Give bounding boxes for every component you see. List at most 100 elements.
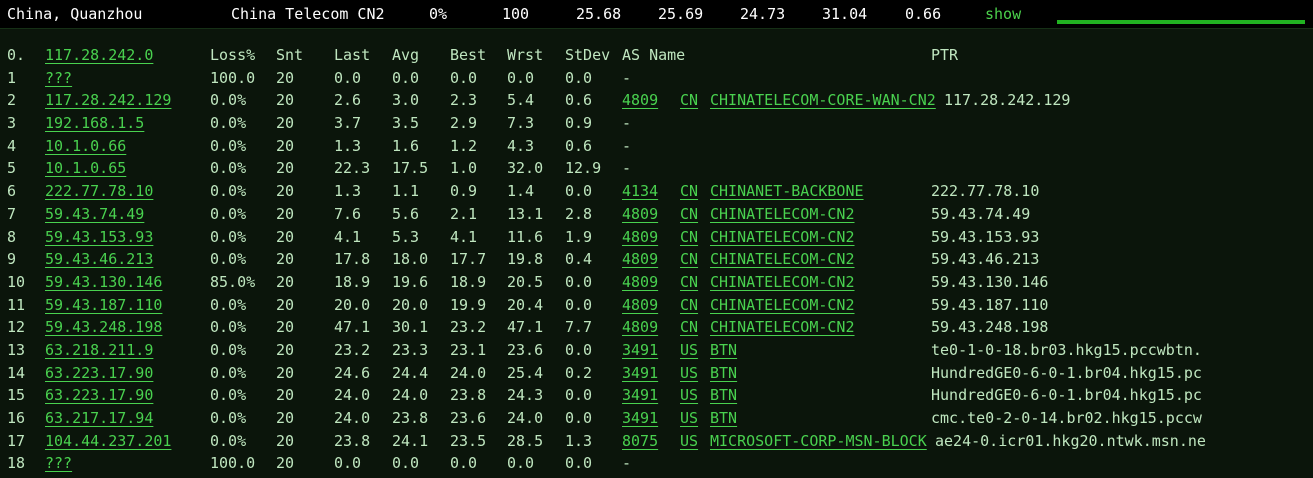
hop-as-name-link[interactable]: BTN bbox=[710, 341, 737, 359]
summary-sent: 100 bbox=[502, 5, 530, 23]
hop-avg: 17.5 bbox=[392, 159, 429, 178]
hop-asn-link[interactable]: 3491 bbox=[622, 386, 658, 404]
hop-country-code[interactable]: CN bbox=[680, 273, 698, 291]
hop-country-code[interactable]: US bbox=[680, 409, 698, 427]
hop-host-link[interactable]: 63.217.17.94 bbox=[45, 409, 153, 427]
hop-wrst: 24.0 bbox=[507, 409, 544, 427]
hop-country-code[interactable]: US bbox=[680, 386, 698, 404]
hop-host-link[interactable]: 59.43.74.49 bbox=[45, 205, 144, 223]
hop-country-code[interactable]: US bbox=[680, 341, 698, 359]
table-row: 2 117.28.242.129 0.0% 20 2.6 3.0 2.3 5.4 0.6 4809… bbox=[0, 91, 1313, 114]
hop-ptr: 59.43.74.49 bbox=[931, 204, 1031, 223]
hop-as-name-link[interactable]: CHINATELECOM-CN2 bbox=[710, 205, 855, 223]
hop-asn-link[interactable]: 4809 bbox=[622, 250, 658, 268]
hop-as-name-link[interactable]: BTN bbox=[710, 364, 737, 382]
hop-country-code[interactable]: CN bbox=[680, 318, 698, 336]
hop-host-link[interactable]: 10.1.0.66 bbox=[45, 137, 126, 155]
hop-asn-link[interactable]: 8075 bbox=[622, 432, 658, 450]
hop-asn-link[interactable]: 4809 bbox=[622, 296, 658, 314]
table-row: 18??? 100.0 20 0.0 0.0 0.0 0.0 0.0 - bbox=[0, 454, 1313, 477]
hop-loss: 0.0% bbox=[210, 295, 247, 314]
hop-best: 19.9 bbox=[450, 295, 487, 314]
hop-wrst: 5.4 bbox=[507, 91, 535, 110]
summary-location: China, Quanzhou bbox=[7, 5, 143, 23]
hop-host-link[interactable]: 222.77.78.10 bbox=[45, 182, 153, 200]
hop-best: 2.9 bbox=[450, 114, 478, 133]
show-link[interactable]: show bbox=[985, 5, 1021, 23]
hop-asn-link[interactable]: 4809 bbox=[622, 91, 658, 109]
hop-host-link[interactable]: 63.218.211.9 bbox=[45, 341, 153, 359]
hop-last: 20.0 bbox=[334, 295, 371, 314]
hop-as-name-link[interactable]: CHINATELECOM-CN2 bbox=[710, 296, 855, 314]
hop-host-link[interactable]: 104.44.237.201 bbox=[45, 432, 171, 450]
hop-wrst: 7.3 bbox=[507, 114, 535, 133]
hop-last: 3.7 bbox=[334, 114, 362, 133]
hop-host-link[interactable]: 63.223.17.90 bbox=[45, 386, 153, 404]
hop-last: 1.3 bbox=[334, 182, 362, 201]
hop-asn-link[interactable]: 4809 bbox=[622, 318, 658, 336]
hop-loss: 100.0 bbox=[210, 454, 256, 473]
hop-ptr: cmc.te0-2-0-14.br02.hkg15.pccw bbox=[931, 409, 1202, 427]
hop-as-name-link[interactable]: BTN bbox=[710, 409, 737, 427]
hop-last: 18.9 bbox=[334, 272, 371, 291]
hop-stdev: 0.0 bbox=[565, 272, 593, 291]
hop-as-name-link[interactable]: CHINATELECOM-CN2 bbox=[710, 318, 855, 336]
hop-ptr: 222.77.78.10 bbox=[931, 182, 1040, 201]
hop-stdev: 2.8 bbox=[565, 204, 593, 223]
hop-ptr: HundredGE0-6-0-1.br04.hkg15.pc bbox=[931, 386, 1202, 405]
hop-country-code[interactable]: CN bbox=[680, 296, 698, 314]
hop-snt: 20 bbox=[276, 386, 295, 405]
hop-host-link[interactable]: 63.223.17.90 bbox=[45, 364, 153, 382]
hop-as-name-link[interactable]: CHINANET-BACKBONE bbox=[710, 182, 864, 200]
hop-host-link[interactable]: 59.43.130.146 bbox=[45, 273, 162, 291]
hop-asn-link[interactable]: 3491 bbox=[622, 409, 658, 427]
hop-asn-link[interactable]: 4809 bbox=[622, 205, 658, 223]
hop-host-link[interactable]: 59.43.153.93 bbox=[45, 228, 153, 246]
hop-country-code[interactable]: US bbox=[680, 364, 698, 382]
hop-host-link[interactable]: 192.168.1.5 bbox=[45, 114, 144, 132]
hop-snt: 20 bbox=[276, 68, 295, 87]
hop-asn-link[interactable]: 3491 bbox=[622, 341, 658, 359]
hop-avg: 23.3 bbox=[392, 340, 429, 359]
hop-host-link[interactable]: 59.43.46.213 bbox=[45, 250, 153, 268]
hop-country-code[interactable]: CN bbox=[680, 182, 698, 200]
hop-wrst: 19.8 bbox=[507, 250, 544, 269]
hop-host-link[interactable]: 59.43.187.110 bbox=[45, 296, 162, 314]
table-row: 17 104.44.237.201 0.0% 20 23.8 24.1 23.5 28.5 1.… bbox=[0, 432, 1313, 455]
summary-last: 25.68 bbox=[576, 5, 622, 23]
hop-as-name-link[interactable]: BTN bbox=[710, 386, 737, 404]
hop-loss: 0.0% bbox=[210, 227, 247, 246]
hop-as-name-link[interactable]: CHINATELECOM-CN2 bbox=[710, 250, 855, 268]
hop-stdev: 12.9 bbox=[565, 159, 602, 178]
hop-country-code[interactable]: US bbox=[680, 432, 698, 450]
header-target-host[interactable]: 117.28.242.0 bbox=[45, 46, 153, 64]
hop-host-link[interactable]: 59.43.248.198 bbox=[45, 318, 162, 336]
hop-host-link[interactable]: 10.1.0.65 bbox=[45, 159, 126, 177]
table-row: 7 59.43.74.49 0.0% 20 7.6 5.6 2.1 13.1 2.8 4809 CN… bbox=[0, 205, 1313, 228]
hop-best: 2.3 bbox=[450, 91, 478, 110]
hop-country-code[interactable]: CN bbox=[680, 205, 698, 223]
hop-as-name-link[interactable]: MICROSOFT-CORP-MSN-BLOCK bbox=[710, 432, 927, 450]
hop-country-code[interactable]: CN bbox=[680, 250, 698, 268]
hop-asn-link[interactable]: 4134 bbox=[622, 182, 658, 200]
hop-asn-link[interactable]: 4809 bbox=[622, 273, 658, 291]
hop-snt: 20 bbox=[276, 250, 295, 269]
hop-asn-link[interactable]: 3491 bbox=[622, 364, 658, 382]
hop-index: 1 bbox=[7, 68, 17, 87]
hop-avg: 5.6 bbox=[392, 204, 420, 223]
hop-as-name-link[interactable]: CHINATELECOM-CORE-WAN-CN2 bbox=[710, 91, 936, 109]
hop-asn-link[interactable]: 4809 bbox=[622, 228, 658, 246]
hop-as-name-link[interactable]: CHINATELECOM-CN2 bbox=[710, 228, 855, 246]
hop-country-code[interactable]: CN bbox=[680, 91, 698, 109]
hop-host-link[interactable]: ??? bbox=[45, 454, 72, 472]
hop-host-link[interactable]: 117.28.242.129 bbox=[45, 91, 171, 109]
hop-host-link[interactable]: ??? bbox=[45, 69, 72, 87]
header-avg: Avg bbox=[392, 46, 420, 64]
header-stdev: StDev bbox=[565, 46, 611, 64]
hop-country-code[interactable]: CN bbox=[680, 228, 698, 246]
summary-carrier: China Telecom CN2 bbox=[231, 5, 385, 23]
header-best: Best bbox=[450, 46, 487, 64]
table-row: 9 59.43.46.213 0.0% 20 17.8 18.0 17.7 19.8 0.4 48… bbox=[0, 250, 1313, 273]
table-row: 11 59.43.187.110 0.0% 20 20.0 20.0 19.9 20.4 0.0… bbox=[0, 296, 1313, 319]
hop-as-name-link[interactable]: CHINATELECOM-CN2 bbox=[710, 273, 855, 291]
